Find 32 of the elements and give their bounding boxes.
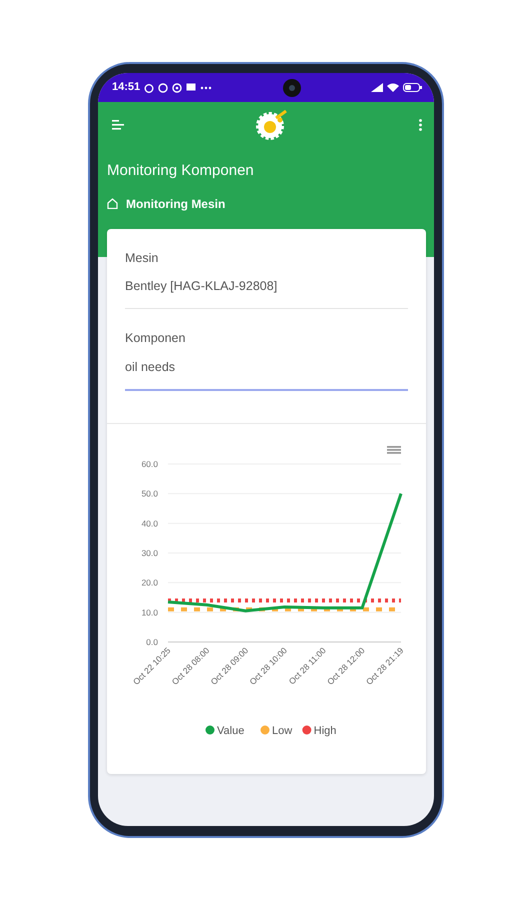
field-label: Mesin [125, 250, 160, 266]
more-options-button[interactable] [419, 119, 422, 131]
signal-icon [370, 83, 383, 92]
legend-label: Low [272, 724, 292, 736]
axis-tick-label: 50.0 [141, 488, 158, 498]
axis-tick-label: 20.0 [141, 577, 158, 588]
field-label: Komponen [125, 330, 186, 347]
menu-icon [112, 120, 124, 130]
legend-item[interactable]: Value [206, 724, 244, 736]
axis-tick-label: 40.0 [141, 518, 158, 528]
message-icon [186, 83, 196, 92]
legend-label: Value [217, 724, 244, 736]
legend-label: High [314, 724, 336, 736]
battery-icon [402, 83, 422, 92]
axis-tick-label: 30.0 [141, 548, 158, 558]
axis-tick-label: 0.0 [146, 636, 158, 646]
logo-icon [256, 110, 288, 140]
more-icon [200, 86, 212, 90]
legend-item[interactable]: Low [260, 724, 292, 736]
menu-button[interactable] [112, 120, 124, 130]
status-time: 14:51 [112, 80, 140, 96]
camera-icon [282, 78, 301, 96]
chart-menu-icon[interactable] [387, 446, 401, 454]
select-field[interactable]: oil needs [125, 348, 408, 390]
axis-tick-label: 10.0 [141, 606, 158, 617]
home-icon [107, 198, 118, 209]
wifi-icon [386, 83, 399, 92]
select-field[interactable]: Bentley [HAG-KLAJ-92808] [125, 267, 408, 309]
page-title: Monitoring Komponen [107, 161, 255, 181]
legend-item[interactable]: High [302, 724, 336, 736]
kebab-icon [419, 119, 422, 131]
axis-tick-label: 60.0 [141, 458, 158, 468]
